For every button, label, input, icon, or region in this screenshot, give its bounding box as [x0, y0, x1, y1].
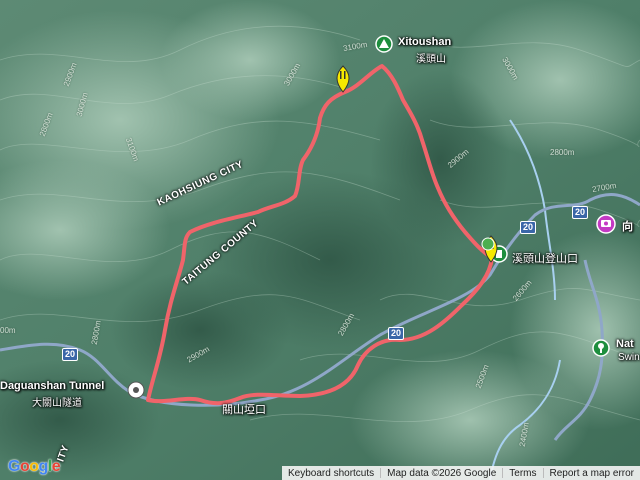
poi-name-pass[interactable]: 關山埡口 [222, 401, 266, 417]
route-shield-20: 20 [520, 221, 537, 234]
terms-link[interactable]: Terms [503, 468, 542, 479]
report-map-error-link[interactable]: Report a map error [544, 468, 640, 479]
poi-name-tunnel[interactable]: Daguanshan Tunnel [0, 380, 104, 392]
park-icon[interactable] [592, 339, 610, 357]
camera-icon[interactable] [596, 214, 616, 234]
poi-name-nat-sub: Swin [618, 352, 640, 363]
poi-name-xitoushan-zh: 溪頭山 [416, 54, 446, 65]
route-shield-20: 20 [388, 327, 405, 340]
map-canvas[interactable] [0, 0, 640, 480]
poi-name-tunnel-zh: 大關山隧道 [32, 398, 82, 409]
google-logo[interactable]: Google [8, 458, 61, 476]
keyboard-shortcuts-link[interactable]: Keyboard shortcuts [282, 468, 380, 479]
route-shield-20: 20 [62, 348, 79, 361]
poi-name-trailhead[interactable]: 溪頭山登山口 [512, 250, 578, 266]
contour-label: 2800m [550, 148, 575, 157]
contour-label: 00m [0, 326, 16, 335]
poi-name-photo[interactable]: 向 [622, 218, 633, 234]
mountain-peak-icon[interactable] [375, 35, 393, 53]
route-shield-20: 20 [572, 206, 589, 219]
trail-marker-icon[interactable] [481, 237, 495, 251]
poi-name-xitoushan[interactable]: Xitoushan [398, 36, 451, 48]
poi-name-nat[interactable]: Nat [616, 338, 634, 350]
tunnel-icon[interactable] [127, 381, 145, 399]
attribution-bar: Keyboard shortcuts Map data ©2026 Google… [281, 466, 640, 480]
map-data-text: Map data ©2026 Google [387, 467, 497, 479]
